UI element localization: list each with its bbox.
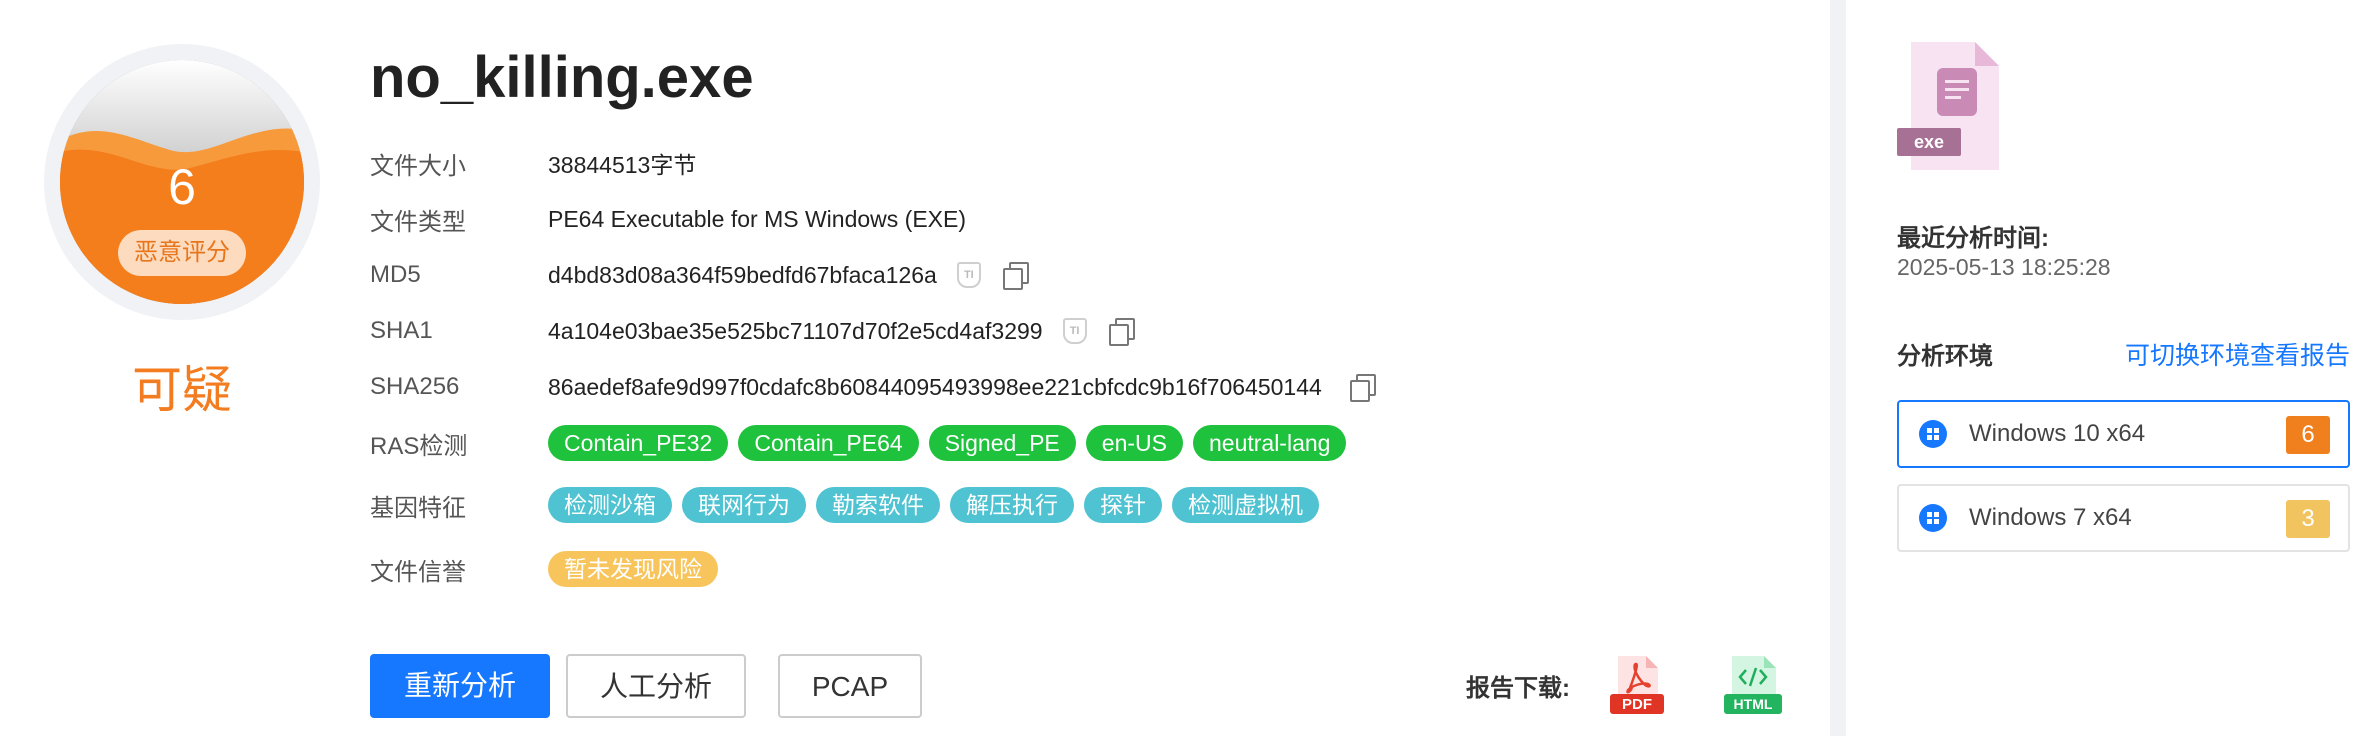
row-label: 文件大小 xyxy=(370,152,466,180)
ras-tag[interactable]: Signed_PE xyxy=(928,425,1076,461)
ras-tag[interactable]: Contain_PE64 xyxy=(738,425,919,461)
reputation-tag: 暂未发现风险 xyxy=(548,551,718,587)
panel-divider xyxy=(1830,0,1846,736)
copy-icon[interactable] xyxy=(1348,374,1376,402)
env-name: Windows 7 x64 xyxy=(1969,504,2132,531)
ras-tag[interactable]: Contain_PE32 xyxy=(548,425,729,461)
pcap-button[interactable]: PCAP xyxy=(778,654,922,718)
row-label: MD5 xyxy=(370,261,421,288)
row-file-size: 文件大小 38844513字节 xyxy=(370,138,696,188)
windows-icon xyxy=(1919,420,1947,448)
copy-icon[interactable] xyxy=(1001,262,1029,290)
sha256-value-wrap: 86aedef8afe9d997f0cdafc8b60844095493998e… xyxy=(548,373,1376,402)
md5-value-wrap: d4bd83d08a364f59bedfd67bfaca126a TI xyxy=(548,261,1029,290)
switch-env-link[interactable]: 可切换环境查看报告 xyxy=(2125,336,2350,372)
row-gene: 基因特征 检测沙箱 联网行为 勒索软件 解压执行 探针 检测虚拟机 xyxy=(370,480,1329,530)
md5-value: d4bd83d08a364f59bedfd67bfaca126a xyxy=(548,261,937,288)
gene-tags: 检测沙箱 联网行为 勒索软件 解压执行 探针 检测虚拟机 xyxy=(548,487,1329,523)
file-name: no_killing.exe xyxy=(370,45,754,110)
windows-icon xyxy=(1919,504,1947,532)
gene-tag[interactable]: 探针 xyxy=(1084,487,1162,523)
env-score-badge: 6 xyxy=(2286,416,2330,454)
row-label: SHA256 xyxy=(370,373,460,400)
row-reputation: 文件信誉 暂未发现风险 xyxy=(370,544,728,594)
row-label: 文件类型 xyxy=(370,208,466,236)
report-page: 6 恶意评分 可疑 no_killing.exe 文件大小 38844513字节… xyxy=(0,0,2378,736)
score-gauge-fill: 6 恶意评分 xyxy=(60,60,304,304)
env-label: 分析环境 xyxy=(1897,343,1993,370)
ras-tags: Contain_PE32 Contain_PE64 Signed_PE en-U… xyxy=(548,425,1356,461)
gene-tag[interactable]: 勒索软件 xyxy=(816,487,940,523)
report-download-label: 报告下载: xyxy=(1466,675,1570,702)
file-size-value: 38844513字节 xyxy=(548,152,697,178)
pdf-download-icon[interactable]: PDF xyxy=(1606,654,1668,716)
html-label: HTML xyxy=(1734,696,1773,712)
row-file-type: 文件类型 PE64 Executable for MS Windows (EXE… xyxy=(370,194,966,244)
row-label: 文件信誉 xyxy=(370,558,466,586)
score-value: 6 xyxy=(168,159,196,215)
env-name: Windows 10 x64 xyxy=(1969,420,2146,447)
last-analysis-time: 2025-05-13 18:25:28 xyxy=(1897,254,2111,280)
row-label: RAS检测 xyxy=(370,432,468,460)
env-option-win7[interactable]: Windows 7 x64 3 xyxy=(1897,484,2350,552)
env-option-win10[interactable]: Windows 10 x64 6 xyxy=(1897,400,2350,468)
row-md5: MD5 d4bd83d08a364f59bedfd67bfaca126a TI xyxy=(370,250,1029,300)
copy-icon[interactable] xyxy=(1107,318,1135,346)
manual-analysis-button[interactable]: 人工分析 xyxy=(566,654,746,718)
row-sha1: SHA1 4a104e03bae35e525bc71107d70f2e5cd4a… xyxy=(370,306,1135,356)
gene-tag[interactable]: 检测沙箱 xyxy=(548,487,672,523)
gene-tag[interactable]: 解压执行 xyxy=(950,487,1074,523)
score-label: 恶意评分 xyxy=(118,230,246,276)
row-label: SHA1 xyxy=(370,317,433,344)
exe-file-icon: exe xyxy=(1895,42,2025,172)
sha1-value: 4a104e03bae35e525bc71107d70f2e5cd4af3299 xyxy=(548,317,1043,344)
threat-intel-icon[interactable]: TI xyxy=(956,262,981,288)
gene-tag[interactable]: 联网行为 xyxy=(682,487,806,523)
row-ras: RAS检测 Contain_PE32 Contain_PE64 Signed_P… xyxy=(370,418,1356,468)
score-gauge: 6 恶意评分 xyxy=(44,44,320,320)
threat-intel-icon[interactable]: TI xyxy=(1062,318,1087,344)
reanalyze-button[interactable]: 重新分析 xyxy=(370,654,550,718)
file-ext-label: exe xyxy=(1914,132,1944,152)
gene-tag[interactable]: 检测虚拟机 xyxy=(1172,487,1319,523)
row-label: 基因特征 xyxy=(370,494,466,522)
html-download-icon[interactable]: HTML xyxy=(1722,654,1784,716)
file-type-value: PE64 Executable for MS Windows (EXE) xyxy=(548,205,966,232)
row-sha256: SHA256 86aedef8afe9d997f0cdafc8b60844095… xyxy=(370,362,1376,412)
sha1-value-wrap: 4a104e03bae35e525bc71107d70f2e5cd4af3299… xyxy=(548,317,1135,346)
reputation-tags: 暂未发现风险 xyxy=(548,551,728,587)
last-analysis-label: 最近分析时间: xyxy=(1897,225,2049,252)
verdict-text: 可疑 xyxy=(132,362,232,418)
sha256-value: 86aedef8afe9d997f0cdafc8b60844095493998e… xyxy=(548,373,1322,400)
ras-tag[interactable]: neutral-lang xyxy=(1192,425,1347,461)
ras-tag[interactable]: en-US xyxy=(1085,425,1183,461)
pdf-label: PDF xyxy=(1622,696,1652,713)
env-score-badge: 3 xyxy=(2286,500,2330,538)
